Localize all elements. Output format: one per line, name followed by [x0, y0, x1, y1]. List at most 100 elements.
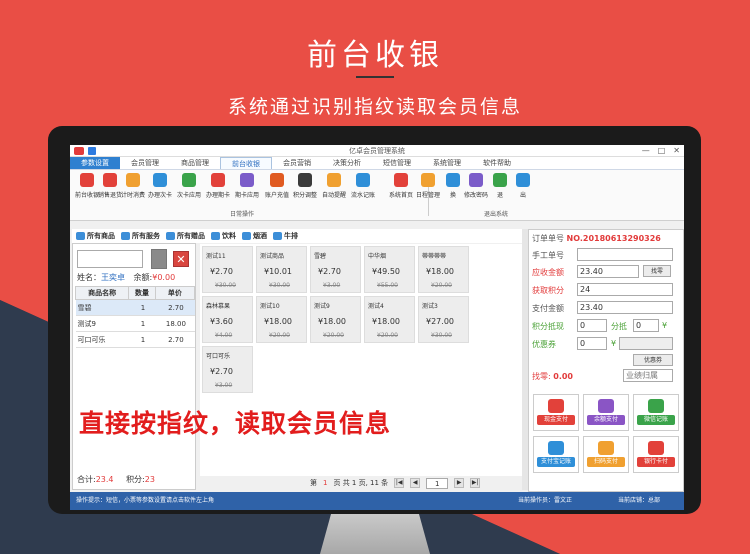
- basket-icon: [166, 232, 175, 240]
- category-all-gifts[interactable]: 所有赠品: [166, 231, 205, 241]
- deduct-input[interactable]: 0: [577, 319, 607, 332]
- member-info: 姓名：王奕卓 余额:¥0.00: [77, 273, 176, 282]
- tab-marketing[interactable]: 会员营销: [272, 157, 322, 169]
- category-all-products[interactable]: 所有商品: [76, 231, 115, 241]
- maximize-button[interactable]: □: [658, 145, 666, 157]
- ribbon-icon: [182, 173, 196, 187]
- cart-table: 商品名称 数量 单价 雪碧 1 2.70 测试9 1 18.00 可口可乐 1 2.70: [74, 286, 196, 348]
- product-card[interactable]: 测试3 ¥27.00 ¥30.00: [418, 296, 469, 343]
- product-price: ¥49.50: [372, 267, 400, 276]
- ribbon-button-3[interactable]: 办理次卡: [145, 173, 175, 199]
- payment-button-0[interactable]: 现金支付: [533, 394, 579, 431]
- payment-button-2[interactable]: 微信记账: [633, 394, 679, 431]
- table-row[interactable]: 雪碧 1 2.70: [75, 299, 195, 316]
- product-card[interactable]: 中华烟 ¥49.50 ¥55.00: [364, 246, 415, 293]
- ribbon-icon: [446, 173, 460, 187]
- category-steak[interactable]: 牛排: [273, 231, 298, 241]
- minute-input[interactable]: 0: [633, 319, 659, 332]
- product-price: ¥18.00: [372, 317, 400, 326]
- basket-icon: [76, 232, 85, 240]
- tab-help[interactable]: 软件帮助: [472, 157, 522, 169]
- payment-button-3[interactable]: 支付宝记账: [533, 436, 579, 473]
- coupon-button[interactable]: 优惠券: [633, 354, 673, 366]
- ribbon-icon: [394, 173, 408, 187]
- payment-icon: [648, 441, 664, 455]
- ribbon-button-6[interactable]: 期卡应用: [232, 173, 262, 199]
- close-button[interactable]: ✕: [673, 145, 680, 157]
- tab-products[interactable]: 商品管理: [170, 157, 220, 169]
- tab-system[interactable]: 系统管理: [422, 157, 472, 169]
- pay-input[interactable]: 23.40: [577, 301, 673, 314]
- points-input[interactable]: 24: [577, 283, 673, 296]
- payment-button-5[interactable]: 银行卡付: [633, 436, 679, 473]
- page-input[interactable]: 1: [426, 477, 449, 489]
- table-row[interactable]: 测试9 1 18.00: [75, 315, 195, 332]
- menu-tabs: 参数设置 会员管理 商品管理 前台收银 会员营销 决策分析 短信管理 系统管理 …: [70, 157, 684, 170]
- first-page-button[interactable]: |◀: [394, 478, 405, 488]
- payment-button-4[interactable]: 扫码支付: [583, 436, 629, 473]
- product-card[interactable]: 测试9 ¥18.00 ¥20.00: [310, 296, 361, 343]
- minimize-button[interactable]: —: [642, 145, 650, 157]
- product-name: 测试11: [206, 253, 226, 260]
- payment-icon: [598, 399, 614, 413]
- product-card[interactable]: 可口可乐 ¥2.70 ¥3.00: [202, 346, 253, 393]
- product-card[interactable]: 测试10 ¥18.00 ¥20.00: [256, 296, 307, 343]
- coupon-yen-label: ¥: [611, 339, 617, 348]
- points-label: 获取积分: [532, 286, 564, 295]
- product-old: ¥20.00: [269, 332, 290, 339]
- ribbon-button-9[interactable]: 自动提醒: [319, 173, 349, 199]
- clear-member-button[interactable]: ✕: [173, 251, 189, 267]
- coupon-select[interactable]: [619, 337, 673, 350]
- ribbon-icon: [80, 173, 94, 187]
- coupon-input[interactable]: 0: [577, 337, 607, 350]
- product-old: ¥20.00: [323, 332, 344, 339]
- member-name: 王奕卓: [101, 273, 125, 282]
- ribbon-icon: [270, 173, 284, 187]
- performance-select[interactable]: 业绩归属: [623, 369, 673, 382]
- ribbon-button-8[interactable]: 积分调整: [290, 173, 320, 199]
- tab-sms[interactable]: 短信管理: [372, 157, 422, 169]
- tab-analysis[interactable]: 决策分析: [322, 157, 372, 169]
- product-card[interactable]: 测试11 ¥2.70 ¥30.00: [202, 246, 253, 293]
- product-old: ¥30.00: [431, 332, 452, 339]
- due-amount: 23.40: [577, 265, 639, 278]
- cart-totals: 合计:23.4 积分:23: [77, 475, 155, 484]
- product-name: 蒂蒂蒂蒂: [422, 253, 447, 260]
- category-tobacco[interactable]: 烟酒: [242, 231, 267, 241]
- tab-params[interactable]: 参数设置: [70, 157, 120, 169]
- category-drinks[interactable]: 饮料: [211, 231, 236, 241]
- tab-members[interactable]: 会员管理: [120, 157, 170, 169]
- prev-page-button[interactable]: ◀: [410, 478, 421, 488]
- ribbon-button-5[interactable]: 办理期卡: [203, 173, 233, 199]
- product-card[interactable]: 蒂蒂蒂蒂 ¥18.00 ¥20.00: [418, 246, 469, 293]
- product-card[interactable]: 森林慕果 ¥3.60 ¥4.00: [202, 296, 253, 343]
- window-title: 亿卓会员管理系统: [349, 147, 405, 155]
- tab-checkout[interactable]: 前台收银: [220, 157, 272, 169]
- product-name: 测试9: [314, 303, 330, 310]
- product-card[interactable]: 雪碧 ¥2.70 ¥3.00: [310, 246, 361, 293]
- change-button[interactable]: 找零: [643, 265, 671, 277]
- ribbon-button-2[interactable]: 计时消费: [118, 173, 148, 199]
- ribbon-button-4[interactable]: 次卡应用: [174, 173, 204, 199]
- payment-button-1[interactable]: 余额支付: [583, 394, 629, 431]
- current-page: 1: [323, 479, 328, 487]
- basket-icon: [121, 232, 130, 240]
- product-card[interactable]: 测试商品 ¥10.01 ¥30.00: [256, 246, 307, 293]
- table-row[interactable]: 可口可乐 1 2.70: [75, 331, 195, 348]
- product-name: 可口可乐: [206, 353, 231, 360]
- ribbon-button-label: 流水记账: [350, 192, 375, 199]
- ribbon-button-10[interactable]: 流水记账: [348, 173, 378, 199]
- last-page-button[interactable]: ▶|: [470, 478, 481, 488]
- ribbon-button-11[interactable]: 系统首页: [386, 173, 416, 199]
- status-bar: 操作提示：短信，小票等参数设置请点击软件左上角 当前操作员：雷文正 当前店铺：总…: [70, 492, 684, 510]
- member-search-input[interactable]: [77, 250, 143, 268]
- product-card[interactable]: 测试4 ¥18.00 ¥20.00: [364, 296, 415, 343]
- ribbon-button-16[interactable]: 出: [508, 173, 538, 199]
- category-all-services[interactable]: 所有服务: [121, 231, 160, 241]
- clerk-input[interactable]: [577, 248, 673, 261]
- next-page-button[interactable]: ▶: [454, 478, 465, 488]
- ribbon-button-7[interactable]: 账户充值: [262, 173, 292, 199]
- product-price: ¥27.00: [426, 317, 454, 326]
- due-label: 应收金额: [532, 268, 564, 277]
- hero-divider: [356, 76, 394, 78]
